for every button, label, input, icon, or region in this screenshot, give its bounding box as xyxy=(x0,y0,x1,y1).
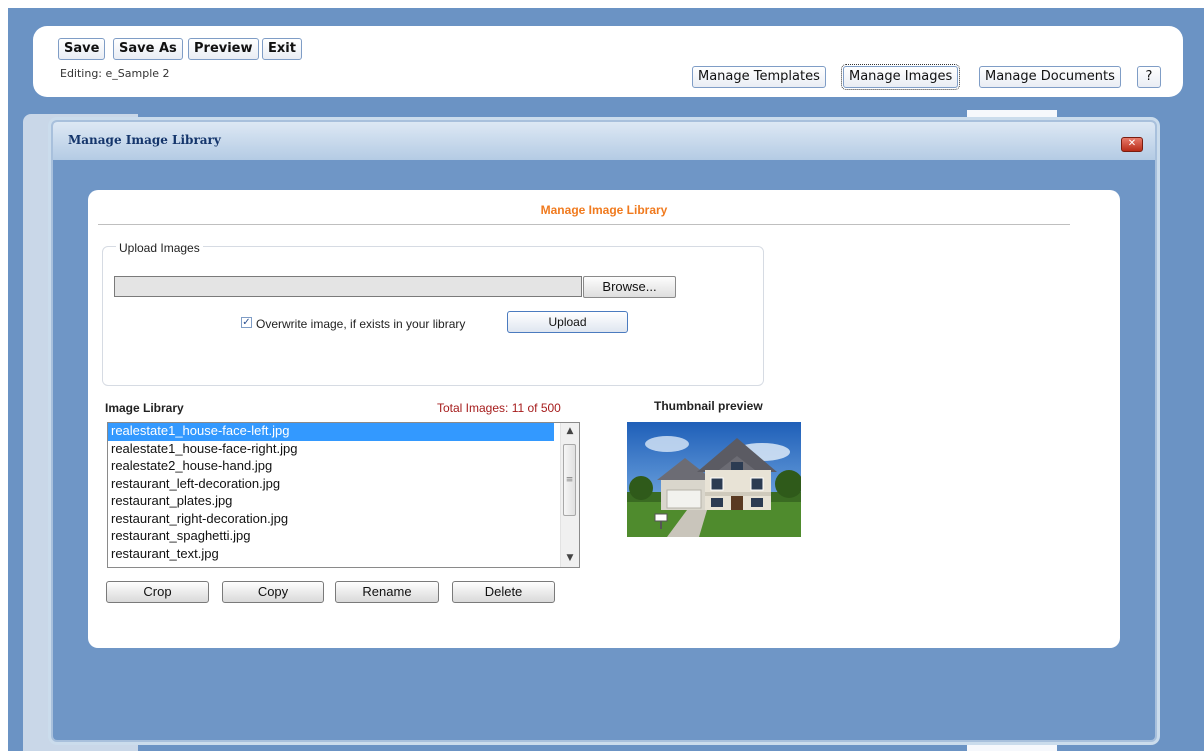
editing-status: Editing: e_Sample 2 xyxy=(60,67,170,80)
image-library-label: Image Library xyxy=(105,401,184,415)
house-thumbnail-icon xyxy=(627,422,801,537)
heading-divider xyxy=(98,224,1070,225)
upload-images-legend: Upload Images xyxy=(116,241,203,255)
editor-toolbar: Save Save As Preview Exit Editing: e_Sam… xyxy=(33,26,1183,97)
list-item[interactable]: restaurant_left-decoration.jpg xyxy=(108,476,554,494)
total-images-count: Total Images: 11 of 500 xyxy=(437,401,561,415)
help-button[interactable]: ? xyxy=(1137,66,1161,88)
delete-button[interactable]: Delete xyxy=(452,581,555,603)
thumbnail-preview-label: Thumbnail preview xyxy=(654,399,763,413)
list-item[interactable]: realestate1_house-face-right.jpg xyxy=(108,441,554,459)
save-button[interactable]: Save xyxy=(58,38,106,60)
list-item[interactable]: restaurant_text.jpg xyxy=(108,546,554,564)
copy-button[interactable]: Copy xyxy=(222,581,324,603)
overwrite-checkbox[interactable]: ✓ xyxy=(241,317,252,328)
list-item[interactable]: realestate2_house-hand.jpg xyxy=(108,458,554,476)
manage-images-button[interactable]: Manage Images xyxy=(840,64,961,90)
save-as-button[interactable]: Save As xyxy=(113,38,183,60)
image-library-panel: Manage Image Library Upload Images Brows… xyxy=(88,190,1120,648)
manage-templates-button[interactable]: Manage Templates xyxy=(692,66,826,88)
list-item[interactable]: restaurant_spaghetti.jpg xyxy=(108,528,554,546)
scroll-up-icon[interactable]: ▲ xyxy=(561,426,579,436)
list-scrollbar[interactable]: ▲ ≡ ▼ xyxy=(560,423,579,567)
browse-button[interactable]: Browse... xyxy=(583,276,676,298)
file-path-input[interactable] xyxy=(114,276,582,297)
image-list[interactable]: realestate1_house-face-left.jpg realesta… xyxy=(107,422,580,568)
crop-button[interactable]: Crop xyxy=(106,581,209,603)
thumbnail-preview-image xyxy=(627,422,801,537)
preview-button[interactable]: Preview xyxy=(188,38,259,60)
panel-heading: Manage Image Library xyxy=(540,203,668,217)
overwrite-label: Overwrite image, if exists in your libra… xyxy=(256,317,466,331)
exit-button[interactable]: Exit xyxy=(262,38,302,60)
manage-documents-button[interactable]: Manage Documents xyxy=(979,66,1121,88)
scrollbar-thumb[interactable]: ≡ xyxy=(563,444,576,516)
close-icon[interactable]: ✕ xyxy=(1121,137,1143,152)
rename-button[interactable]: Rename xyxy=(335,581,439,603)
scroll-down-icon[interactable]: ▼ xyxy=(561,553,579,563)
dialog-title: Manage Image Library xyxy=(68,133,221,147)
upload-button[interactable]: Upload xyxy=(507,311,628,333)
list-item[interactable]: restaurant_right-decoration.jpg xyxy=(108,511,554,529)
list-item[interactable]: realestate1_house-face-left.jpg xyxy=(108,423,554,441)
list-item[interactable]: restaurant_plates.jpg xyxy=(108,493,554,511)
upload-images-group xyxy=(102,246,764,386)
